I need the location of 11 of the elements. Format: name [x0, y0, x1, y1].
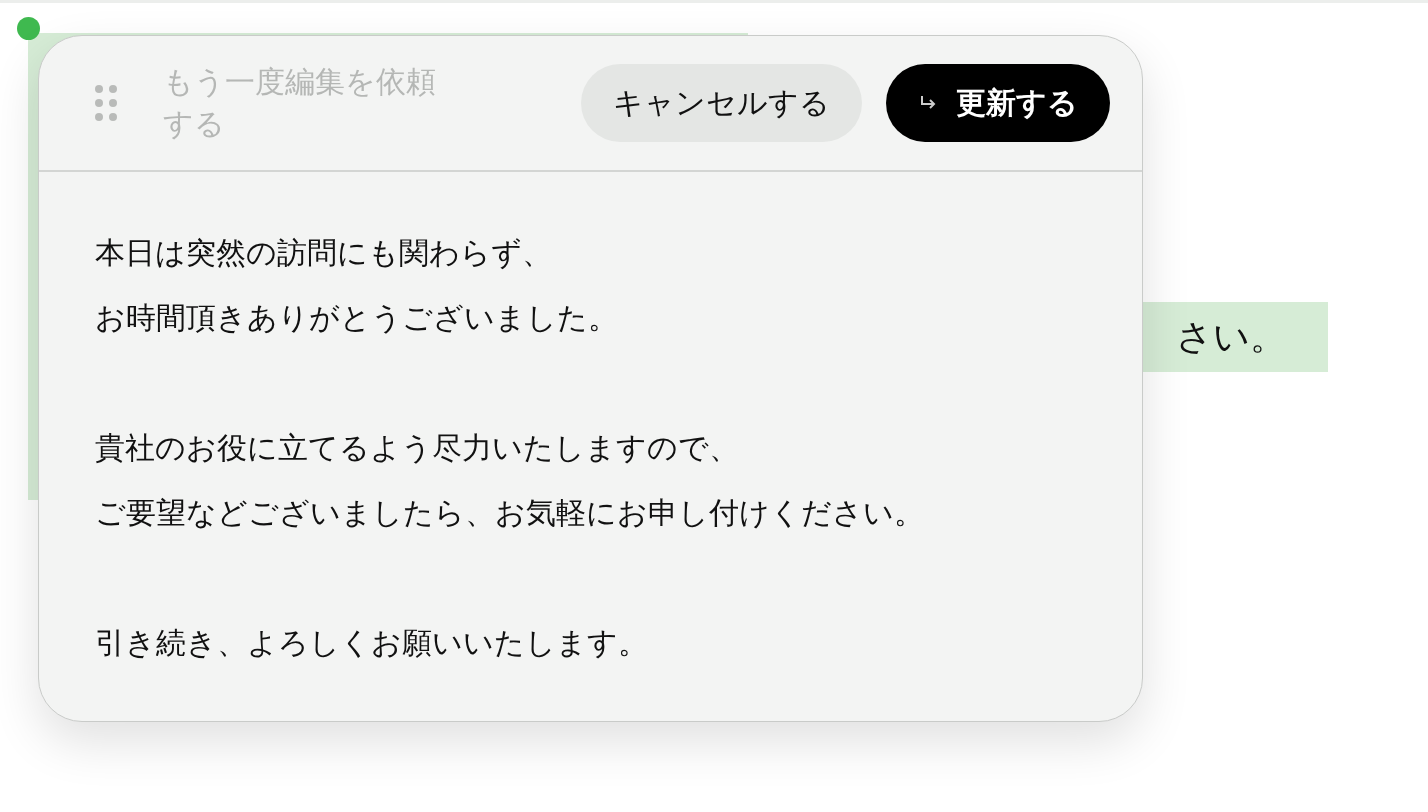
message-line: 本日は突然の訪問にも関わらず、 [95, 234, 553, 272]
cancel-button[interactable]: キャンセルする [581, 64, 862, 142]
message-line: ご要望などございましたら、お気軽にお申し付けください。 [95, 494, 925, 532]
message-line: 貴社のお役に立てるよう尽力いたしますので、 [95, 429, 740, 467]
prompt-field[interactable]: もう一度編集を依頼する [163, 61, 463, 145]
drag-handle-icon[interactable] [95, 85, 117, 121]
update-button[interactable]: 更新する [886, 64, 1110, 142]
message-line: 引き続き、よろしくお願いいたします。 [95, 624, 649, 662]
document-text: さい。 [1176, 314, 1286, 359]
message-line: お時間頂きありがとうございました。 [95, 299, 619, 337]
cursor-handle[interactable] [17, 17, 40, 40]
